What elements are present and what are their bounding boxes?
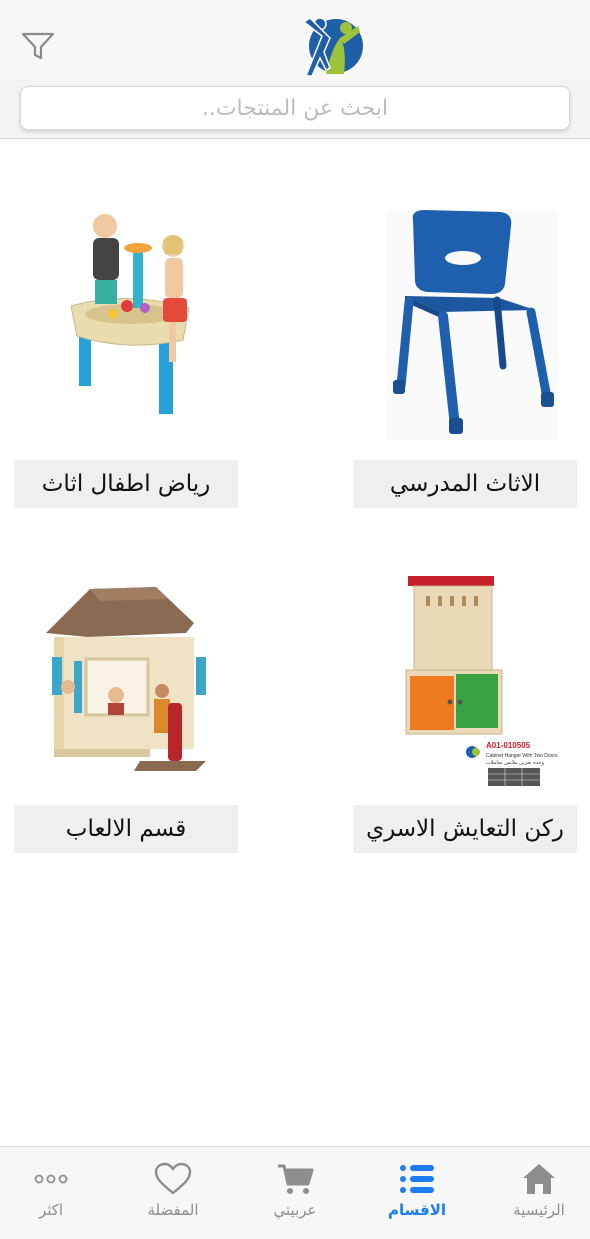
category-card-family-corner[interactable]: A01-010505 Cabinet Hanger With Two Doors… xyxy=(353,560,577,853)
tab-label: الرئيسية xyxy=(513,1201,565,1219)
svg-text:A01-010505: A01-010505 xyxy=(486,741,531,750)
tab-label: المفضلة xyxy=(147,1201,199,1219)
tab-favorites[interactable]: المفضلة xyxy=(114,1155,232,1231)
filter-icon xyxy=(21,32,55,60)
tab-more[interactable]: اكثر xyxy=(0,1155,110,1231)
tab-label: الاقسام xyxy=(387,1201,447,1219)
tab-cart[interactable]: عربيتي xyxy=(236,1155,354,1231)
cabinet-hanger-image: A01-010505 Cabinet Hanger With Two Doors… xyxy=(353,560,577,800)
heart-icon xyxy=(154,1162,192,1195)
water-table-image xyxy=(14,200,238,440)
tab-home[interactable]: الرئيسية xyxy=(480,1155,590,1231)
category-card-kindergarten-furniture[interactable]: رياض اطفال اثاث xyxy=(14,200,238,508)
top-bar xyxy=(0,0,590,81)
category-label: رياض اطفال اثاث xyxy=(14,460,238,508)
more-icon xyxy=(34,1174,68,1184)
list-icon xyxy=(400,1165,434,1193)
filter-button[interactable] xyxy=(18,26,58,66)
category-label: ركن التعايش الاسري xyxy=(353,805,577,853)
category-label: الاثاث المدرسي xyxy=(353,460,577,508)
search-bar xyxy=(0,80,590,139)
bottom-tab-bar: الرئيسية الاقسام عربيتي المفضلة اكثر xyxy=(0,1146,590,1239)
tab-label: عربيتي xyxy=(273,1201,317,1219)
app-logo[interactable] xyxy=(300,12,364,78)
cart-icon xyxy=(278,1164,314,1194)
category-card-school-furniture[interactable]: الاثاث المدرسي xyxy=(353,200,577,508)
category-label: قسم الالعاب xyxy=(14,805,238,853)
search-input[interactable] xyxy=(20,86,570,130)
svg-text:وحدة تخزين ملابس بحاملات: وحدة تخزين ملابس بحاملات xyxy=(486,760,545,766)
svg-text:Cabinet Hanger With Two Doors: Cabinet Hanger With Two Doors xyxy=(486,753,558,759)
school-chair-image xyxy=(353,200,577,440)
playhouse-image xyxy=(14,560,238,800)
tab-categories[interactable]: الاقسام xyxy=(358,1155,476,1231)
tab-label: اكثر xyxy=(38,1201,64,1219)
home-icon xyxy=(523,1164,555,1194)
category-card-toys[interactable]: قسم الالعاب xyxy=(14,560,238,853)
